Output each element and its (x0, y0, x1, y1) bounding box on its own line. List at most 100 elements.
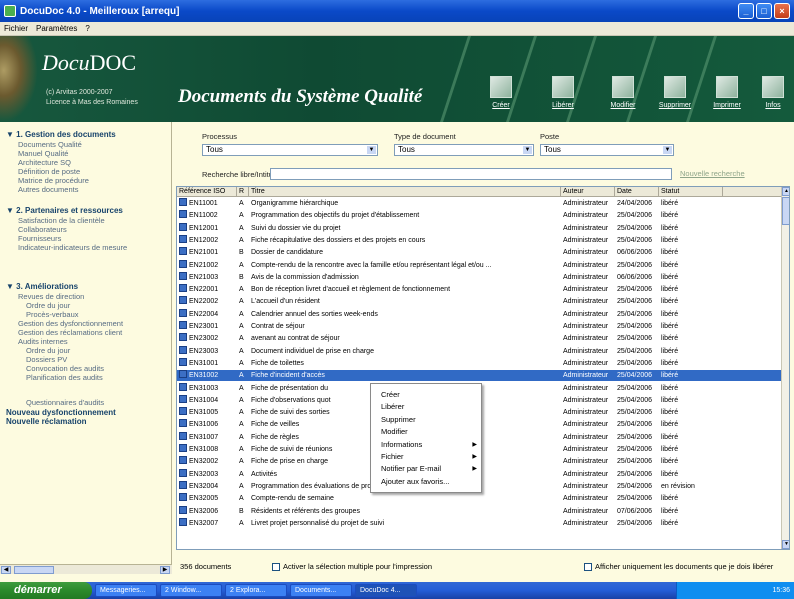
table-row[interactable]: EN21002 A Compte-rendu de la rencontre ave… (177, 259, 781, 271)
cell-text: 06/06/2006 (617, 249, 653, 257)
toolbar-edit-button[interactable]: Modifier (606, 76, 640, 109)
sidebar-item[interactable]: Autres documents (18, 185, 78, 194)
toolbar-release-button[interactable]: Libérer (546, 76, 580, 109)
toolbar-print-button[interactable]: Imprimer (710, 76, 744, 109)
sidebar-item[interactable]: Fournisseurs (18, 234, 61, 243)
sidebar-item[interactable]: Gestion des réclamations client (18, 328, 122, 337)
context-menu-item[interactable]: Fichier ▶ (381, 452, 477, 462)
col-revision[interactable]: R (237, 187, 249, 197)
sidebar-item[interactable]: Procès-verbaux (26, 310, 79, 319)
table-row[interactable]: EN12001 A Suivi du dossier vie du projet Ad… (177, 222, 781, 234)
taskbar-item-active[interactable]: DocuDoc 4... (355, 584, 417, 597)
taskbar-item[interactable]: 2 Window... (160, 584, 222, 597)
taskbar-item[interactable]: Messageries... (95, 584, 157, 597)
only-mine-checkbox[interactable]: Afficher uniquement les documents que je… (584, 562, 773, 571)
table-cell: Compte-rendu de semaine (249, 493, 561, 504)
scroll-thumb[interactable] (14, 566, 54, 574)
table-row[interactable]: EN32005 A Compte-rendu de semaine Administr… (177, 493, 781, 504)
menu-fichier[interactable]: Fichier (4, 24, 28, 33)
title-bar[interactable]: DocuDoc 4.0 - Meilleroux [arrequ] _ □ × (0, 0, 794, 22)
table-cell: Administrateur (561, 358, 615, 369)
table-cell: 25/04/2006 (615, 223, 659, 234)
table-row[interactable]: EN31001 A Fiche de toilettes Administrateur… (177, 357, 781, 369)
context-menu-item[interactable]: Supprimer (381, 415, 477, 425)
sidebar-item[interactable]: Ordre du jour (26, 346, 70, 355)
scroll-left-icon[interactable]: ◀ (1, 566, 11, 574)
sidebar-item[interactable]: Documents Qualité (18, 140, 82, 149)
scroll-down-icon[interactable]: ▼ (782, 540, 789, 549)
minimize-button[interactable]: _ (738, 3, 754, 19)
sidebar-item[interactable]: Satisfaction de la clientèle (18, 216, 105, 225)
taskbar-item[interactable]: Documents... (290, 584, 352, 597)
sidebar-item[interactable]: Manuel Qualité (18, 149, 68, 158)
new-complaint-link[interactable]: Nouvelle réclamation (6, 417, 86, 426)
menu-parametres[interactable]: Paramètres (36, 24, 77, 33)
toolbar-delete-button[interactable]: Supprimer (658, 76, 692, 109)
close-button[interactable]: × (774, 3, 790, 19)
table-vscrollbar[interactable]: ▲ ▼ (781, 187, 789, 549)
context-menu-item[interactable]: Ajouter aux favoris... (381, 477, 477, 487)
process-select[interactable]: Tous ▼ (202, 144, 378, 156)
col-date[interactable]: Date (615, 187, 659, 197)
context-menu-item[interactable]: Notifier par E-mail ▶ (381, 464, 477, 474)
sidebar-item[interactable]: Questionnaires d'audits (26, 398, 104, 407)
table-row[interactable]: EN21001 B Dossier de candidature Administra… (177, 247, 781, 258)
scroll-up-icon[interactable]: ▲ (782, 187, 789, 196)
table-cell: libéré (659, 469, 723, 480)
sidebar-item[interactable]: Matrice de procédure (18, 176, 89, 185)
table-row[interactable]: EN23003 A Document individuel de prise en … (177, 345, 781, 357)
context-menu-item[interactable]: Modifier (381, 427, 477, 437)
new-dysfunction-link[interactable]: Nouveau dysfonctionnement (6, 408, 116, 417)
scroll-right-icon[interactable]: ▶ (160, 566, 170, 574)
context-menu-item[interactable]: Libérer (381, 402, 477, 412)
doctype-select[interactable]: Tous ▼ (394, 144, 534, 156)
scroll-thumb[interactable] (782, 197, 789, 225)
col-status[interactable]: Statut (659, 187, 723, 197)
table-cell: 25/04/2006 (615, 469, 659, 480)
table-row[interactable]: EN11002 A Programmation des objectifs du p… (177, 210, 781, 221)
context-menu-item[interactable]: Créer (381, 390, 477, 400)
sidebar-item[interactable]: Indicateur-indicateurs de mesure (18, 243, 127, 252)
table-row[interactable]: EN23001 A Contrat de séjour Administrateur 2… (177, 321, 781, 332)
table-row[interactable]: EN11001 A Organigramme hiérarchique Adminis… (177, 198, 781, 209)
table-row[interactable]: EN22002 A L'accueil d'un résident Administr… (177, 296, 781, 307)
sidebar-item[interactable]: Définition de poste (18, 167, 80, 176)
sidebar-item[interactable]: Convocation des audits (26, 364, 104, 373)
sidebar-section-partners[interactable]: ▼ 2. Partenaires et ressources (6, 206, 123, 215)
table-row[interactable]: EN12002 A Fiche récapitulative des dossier… (177, 234, 781, 246)
menu-help[interactable]: ? (85, 24, 89, 33)
table-row[interactable]: EN32006 B Résidents et référents des group… (177, 505, 781, 517)
col-author[interactable]: Auteur (561, 187, 615, 197)
table-row[interactable]: EN32007 A Livret projet personnalisé du pr… (177, 517, 781, 529)
search-input[interactable] (270, 168, 672, 180)
col-title[interactable]: Titre (249, 187, 561, 197)
sidebar-item[interactable]: Audits internes (18, 337, 68, 346)
col-reference[interactable]: Référence ISO (177, 187, 237, 197)
table-row[interactable]: EN21003 B Avis de la commission d'admissio… (177, 271, 781, 283)
sidebar-item[interactable]: Architecture SQ (18, 158, 71, 167)
toolbar-info-button[interactable]: Infos (756, 76, 790, 109)
table-row[interactable]: EN23002 Aavenant au contrat de séjour Admi… (177, 333, 781, 344)
table-cell: EN32004 (177, 480, 237, 492)
cell-text: libéré (661, 421, 679, 429)
start-button[interactable]: démarrer (0, 582, 92, 599)
taskbar-item[interactable]: 2 Explora... (225, 584, 287, 597)
sidebar-item[interactable]: Gestion des dysfonctionnement (18, 319, 123, 328)
sidebar-hscrollbar[interactable]: ◀ ▶ (0, 564, 172, 574)
post-select[interactable]: Tous ▼ (540, 144, 674, 156)
table-row[interactable]: EN22004 A Calendrier annuel des sorties we… (177, 308, 781, 320)
context-menu-item[interactable]: Informations ▶ (381, 440, 477, 450)
new-search-link[interactable]: Nouvelle recherche (680, 169, 745, 178)
sidebar-item[interactable]: Dossiers PV (26, 355, 67, 364)
multi-select-checkbox[interactable]: Activer la sélection multiple pour l'imp… (272, 562, 432, 571)
sidebar-item[interactable]: Ordre du jour (26, 301, 70, 310)
sidebar-section-documents[interactable]: ▼ 1. Gestion des documents (6, 130, 116, 139)
toolbar-create-button[interactable]: Créer (484, 76, 518, 109)
sidebar-item[interactable]: Planification des audits (26, 373, 103, 382)
table-row[interactable]: EN31002 A Fiche d'incident d'accès Administ… (177, 370, 781, 382)
sidebar-item[interactable]: Revues de direction (18, 292, 84, 301)
sidebar-section-improvements[interactable]: ▼ 3. Améliorations (6, 282, 78, 291)
sidebar-item[interactable]: Collaborateurs (18, 225, 67, 234)
maximize-button[interactable]: □ (756, 3, 772, 19)
table-row[interactable]: EN22001 A Bon de réception livret d'accuei… (177, 284, 781, 295)
